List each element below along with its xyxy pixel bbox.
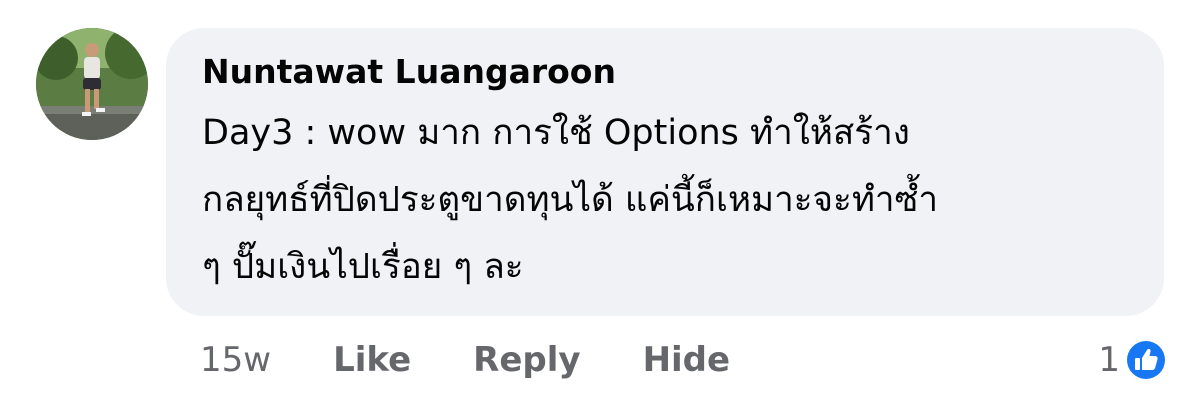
reaction-summary[interactable]: 1: [1098, 336, 1168, 384]
comment-timestamp[interactable]: 15w: [200, 340, 271, 380]
comment-author-name[interactable]: Nuntawat Luangaroon: [202, 50, 1124, 94]
like-button[interactable]: Like: [333, 340, 411, 380]
comment-actions: 15w Like Reply Hide: [200, 336, 730, 384]
comment-text-line: กลยุทธ์ที่ปิดประตูขาดทุนได้ แค่นี้ก็เหมา…: [202, 180, 938, 220]
comment-text-line: Day3 : wow มาก การใช้ Options ทำให้สร้าง: [202, 113, 910, 153]
avatar[interactable]: [36, 28, 148, 140]
comment-text-line: ๆ ปั๊มเงินไปเรื่อย ๆ ละ: [202, 247, 524, 287]
reaction-count: 1: [1098, 340, 1120, 380]
comment-text: Day3 : wow มาก การใช้ Options ทำให้สร้าง…: [202, 100, 1124, 301]
reply-button[interactable]: Reply: [473, 340, 580, 380]
avatar-photo: [36, 28, 148, 140]
comment-bubble: Nuntawat Luangaroon Day3 : wow มาก การใช…: [166, 28, 1164, 316]
hide-button[interactable]: Hide: [643, 340, 731, 380]
thumbs-up-icon: [1124, 338, 1168, 382]
comment-container: Nuntawat Luangaroon Day3 : wow มาก การใช…: [0, 0, 1200, 400]
